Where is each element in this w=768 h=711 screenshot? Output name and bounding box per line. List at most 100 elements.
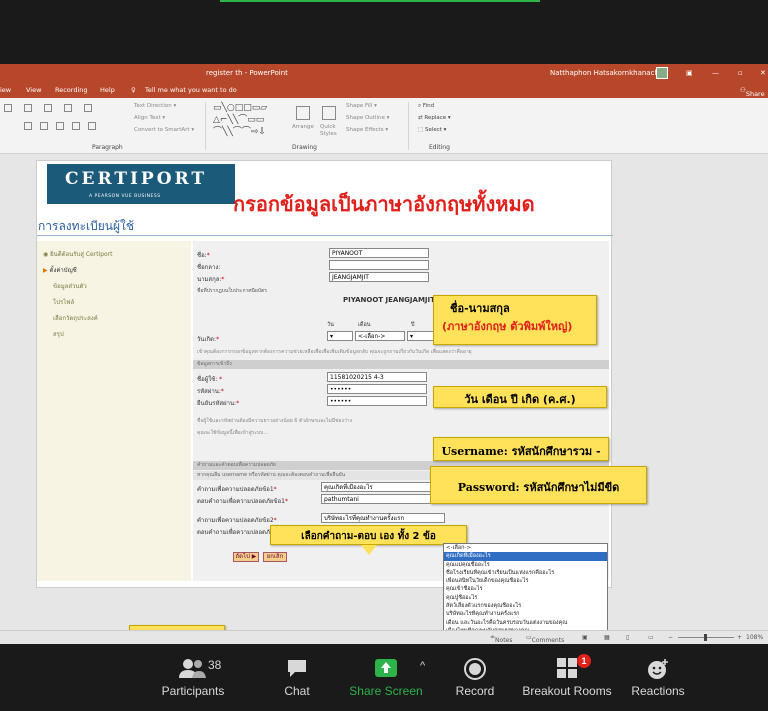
zoom-level[interactable]: 108%: [746, 634, 763, 641]
sidebar-item-summary[interactable]: สรุป: [53, 329, 64, 339]
minimize-button[interactable]: —: [712, 69, 719, 77]
sidebar-item-account[interactable]: ▶ ตั้งค่าบัญชี: [43, 265, 77, 275]
shape-fill-button[interactable]: Shape Fill ▾: [346, 103, 377, 109]
user-name: Natthaphon Hatsakornkhanachok: [550, 69, 668, 77]
replace-button[interactable]: ⇄ Replace ▾: [418, 115, 451, 121]
align-center-icon[interactable]: [40, 122, 48, 130]
question-2-select[interactable]: บริษัทอะไรที่คุณทำงานครั้งแรก: [321, 513, 445, 523]
dropdown-option[interactable]: เดือน และวันอะไรคือวันครบรอบวันแต่งงานขอ…: [444, 619, 607, 627]
dropdown-option[interactable]: คุณแม่คุณชื่ออะไร: [444, 561, 607, 569]
reactions-icon: [628, 658, 688, 679]
bullets-icon[interactable]: [4, 104, 12, 112]
quick-styles-icon[interactable]: [322, 106, 336, 120]
share-button[interactable]: ⚇ Share: [740, 86, 765, 98]
zoom-in-button[interactable]: +: [737, 634, 742, 641]
quick-styles-button[interactable]: Quick Styles: [320, 124, 342, 138]
last-name-input[interactable]: JEANGJAMJIT: [329, 272, 429, 282]
dob-year-heading: ปี: [411, 322, 415, 328]
select-button[interactable]: ⬚ Select ▾: [418, 127, 446, 133]
arrange-icon[interactable]: [296, 106, 310, 120]
callout-questions: เลือกคำถาม-ตอบ เอง ทั้ง 2 ข้อ: [270, 525, 467, 545]
answer-1-input[interactable]: pathumtani: [321, 494, 445, 504]
slideshow-icon[interactable]: ▭: [648, 634, 654, 641]
callout-username: Username: รหัสนักศึกษารวม -: [433, 437, 609, 461]
shape-effects-button[interactable]: Shape Effects ▾: [346, 127, 388, 133]
sidebar-item-personal[interactable]: ข้อมูลส่วนตัว: [53, 281, 87, 291]
dob-day-select[interactable]: ▾: [327, 331, 353, 341]
cancel-button[interactable]: ยกเลิก: [263, 552, 287, 562]
notes-button[interactable]: ≐ Notes: [490, 634, 512, 644]
zoom-out-button[interactable]: −: [668, 634, 673, 641]
middle-name-input[interactable]: [329, 260, 429, 270]
first-name-label: ชื่อ:*: [197, 252, 210, 259]
breakout-rooms-button[interactable]: 1 Breakout Rooms: [520, 644, 614, 698]
align-right-icon[interactable]: [56, 122, 64, 130]
username-input[interactable]: 11581020215 4-3: [327, 372, 427, 382]
menu-help[interactable]: Help: [100, 86, 115, 94]
question-1-select[interactable]: คุณเกิดที่เมืองอะไร: [321, 482, 445, 492]
ribbon-display-icon[interactable]: ▣: [686, 69, 693, 77]
align-text-button[interactable]: Align Text ▾: [134, 115, 165, 121]
dob-month-heading: เดือน: [358, 322, 371, 328]
dropdown-option[interactable]: บริษัทอะไรที่คุณทำงานครั้งแรก: [444, 610, 607, 618]
password-input[interactable]: ••••••: [327, 384, 427, 394]
password-note: ชื่อผู้ใช้และรหัสผ่านต้องมีความยาวอย่างน…: [197, 418, 353, 424]
first-name-input[interactable]: PIYANOOT: [329, 248, 429, 258]
reading-view-icon[interactable]: ▯: [626, 634, 629, 641]
name-note: ชื่อที่ปรากฏบนใบประกาศนียบัตร: [197, 288, 267, 294]
sidebar-item-purpose[interactable]: เลือกวัตถุประสงค์: [53, 313, 98, 323]
slide-canvas[interactable]: CERTIPORT A PEARSON VUE BUSINESS กรอกข้อ…: [36, 160, 647, 651]
reactions-button[interactable]: Reactions: [628, 644, 688, 698]
menu-view-partial[interactable]: iew: [0, 86, 11, 94]
menu-bar: iew View Recording Help ♀ Tell me what y…: [0, 82, 768, 98]
dropdown-option[interactable]: คุณเกิดที่เมืองอะไร: [444, 552, 607, 561]
ribbon-divider: [205, 102, 206, 150]
dropdown-option[interactable]: ชื่อโรงเรียนที่คุณเข้าเรียนเป็นแห่งแรกคื…: [444, 569, 607, 577]
paragraph-group-label: Paragraph: [92, 144, 123, 151]
decrease-indent-icon[interactable]: [44, 104, 52, 112]
dropdown-option[interactable]: คุณปู่ชื่ออะไร: [444, 594, 607, 602]
shapes-gallery[interactable]: ▭╲○□□▭▱ △⌐╲╲⌒▭▭ ⌒╲╲⌒⌒⇨⇩: [213, 102, 283, 138]
share-options-chevron-icon[interactable]: ^: [420, 660, 425, 672]
shape-outline-button[interactable]: Shape Outline ▾: [346, 115, 389, 121]
participants-button[interactable]: 38 Participants: [154, 644, 232, 698]
line-spacing-icon[interactable]: [84, 104, 92, 112]
sidebar-item-profile[interactable]: โปรไฟล์: [53, 297, 74, 307]
dob-label: วันเกิด:*: [197, 336, 220, 343]
maximize-button[interactable]: ▫: [738, 69, 743, 77]
next-button[interactable]: ถัดไป ▶: [233, 552, 259, 562]
comments-button[interactable]: ▭ Comments: [526, 634, 564, 644]
dropdown-option[interactable]: เพื่อนสนิทในวัยเด็กของคุณชื่ออะไร: [444, 577, 607, 585]
align-left-icon[interactable]: [24, 122, 32, 130]
record-button[interactable]: Record: [448, 644, 502, 698]
columns-icon[interactable]: [88, 122, 96, 130]
sidebar-item-welcome[interactable]: ◉ ยินดีต้อนรับสู่ Certiport: [43, 249, 113, 259]
zoom-slider-thumb[interactable]: [704, 634, 707, 641]
normal-view-icon[interactable]: ▣: [582, 634, 588, 641]
tell-me-input[interactable]: Tell me what you want to do: [145, 86, 237, 94]
participants-count: 38: [208, 658, 222, 672]
confirm-password-input[interactable]: ••••••: [327, 396, 427, 406]
username-label: ชื่อผู้ใช้: *: [197, 376, 223, 383]
arrange-button[interactable]: Arrange: [292, 124, 314, 130]
text-direction-button[interactable]: Text Direction ▾: [134, 103, 176, 109]
dropdown-option[interactable]: คุณเข้าชื่ออะไร: [444, 585, 607, 593]
justify-icon[interactable]: [72, 122, 80, 130]
convert-smartart-button[interactable]: Convert to SmartArt ▾: [134, 127, 194, 133]
dob-note: เข้าคุณต้องการกรอกข้อมูลหากต้องการความช่…: [197, 349, 472, 355]
menu-view[interactable]: View: [26, 86, 41, 94]
avatar[interactable]: [656, 67, 668, 79]
increase-indent-icon[interactable]: [64, 104, 72, 112]
share-screen-button[interactable]: ^ Share Screen: [346, 644, 426, 698]
status-bar: ≐ Notes ▭ Comments ▣ ▦ ▯ ▭ − + 108%: [0, 630, 768, 644]
dob-month-select[interactable]: <-เลือก->: [355, 331, 405, 341]
dropdown-option[interactable]: <-เลือก->: [444, 544, 607, 552]
sorter-view-icon[interactable]: ▦: [604, 634, 610, 641]
chat-button[interactable]: Chat: [272, 644, 322, 698]
find-button[interactable]: ⌕ Find: [418, 103, 434, 110]
menu-recording[interactable]: Recording: [55, 86, 88, 94]
close-button[interactable]: ✕: [760, 69, 766, 77]
numbering-icon[interactable]: [24, 104, 32, 112]
dropdown-option[interactable]: สัตว์เลี้ยงตัวแรกของคุณชื่ออะไร: [444, 602, 607, 610]
question-2-label: คำถามเพื่อความปลอดภัยข้อ2*: [197, 517, 277, 524]
